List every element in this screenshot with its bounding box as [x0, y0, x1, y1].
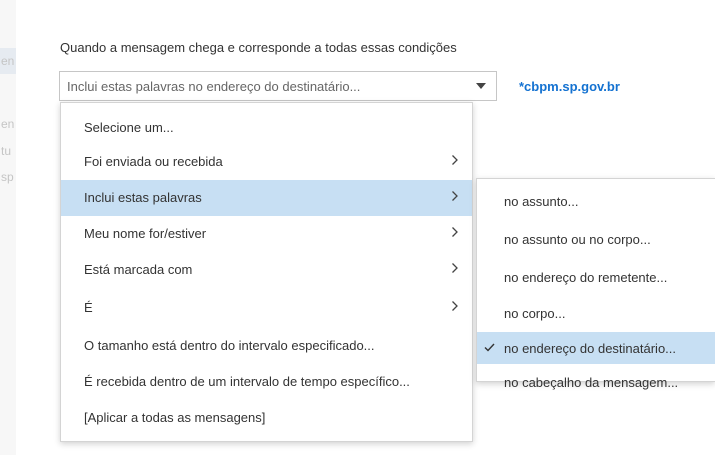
checkmark-icon	[484, 343, 495, 352]
submenu-item-no-assunto[interactable]: no assunto...	[477, 185, 715, 217]
menu-item-label: O tamanho está dentro do intervalo espec…	[84, 338, 375, 353]
menu-item-label: Está marcada com	[84, 262, 193, 277]
submenu-item-no-corpo[interactable]: no corpo...	[477, 297, 715, 329]
menu-item-label: Inclui estas palavras	[84, 190, 202, 205]
words-submenu: no assunto... no assunto ou no corpo... …	[476, 178, 715, 390]
menu-item-intervalo-de-tempo[interactable]: É recebida dentro de um intervalo de tem…	[61, 364, 472, 400]
menu-item-label: Selecione um...	[84, 120, 174, 135]
submenu-item-label: no endereço do destinatário...	[504, 341, 677, 356]
menu-item-e[interactable]: É	[61, 290, 472, 326]
menu-item-tamanho[interactable]: O tamanho está dentro do intervalo espec…	[61, 328, 472, 364]
menu-item-esta-marcada-com[interactable]: Está marcada com	[61, 252, 472, 288]
submenu-item-label: no cabeçalho da mensagem...	[504, 375, 679, 390]
menu-item-label: Meu nome for/estiver	[84, 226, 207, 241]
menu-item-aplicar-a-todas[interactable]: [Aplicar a todas as mensagens]	[61, 400, 472, 436]
menu-item-label: É recebida dentro de um intervalo de tem…	[84, 374, 410, 389]
submenu-item-no-endereco-do-remetente[interactable]: no endereço do remetente...	[477, 261, 715, 293]
domain-value-link[interactable]: *cbpm.sp.gov.br	[519, 79, 620, 94]
caret-down-icon	[476, 83, 486, 89]
chevron-right-icon	[451, 262, 459, 274]
submenu-item-no-cabecalho-da-mensagem[interactable]: no cabeçalho da mensagem...	[477, 366, 715, 398]
menu-item-meu-nome[interactable]: Meu nome for/estiver	[61, 216, 472, 252]
menu-item-label: É	[84, 300, 93, 315]
submenu-item-no-endereco-do-destinatario[interactable]: no endereço do destinatário...	[477, 332, 715, 364]
menu-item-label: [Aplicar a todas as mensagens]	[84, 410, 266, 425]
background-text-fragment: tu	[1, 144, 12, 158]
chevron-right-icon	[451, 300, 459, 312]
submenu-item-label: no endereço do remetente...	[504, 270, 668, 285]
submenu-item-label: no assunto...	[504, 194, 579, 209]
menu-item-selecione-um[interactable]: Selecione um...	[61, 110, 472, 146]
condition-dropdown-value: Inclui estas palavras no endereço do des…	[67, 79, 361, 94]
background-text-fragment: sp	[1, 170, 14, 184]
background-text-fragment: en	[1, 54, 15, 68]
submenu-item-label: no assunto ou no corpo...	[504, 232, 651, 247]
chevron-right-icon	[451, 226, 459, 238]
condition-dropdown[interactable]: Inclui estas palavras no endereço do des…	[59, 71, 497, 101]
condition-menu: Selecione um... Foi enviada ou recebida …	[60, 102, 473, 442]
background-left-pane	[0, 0, 16, 455]
menu-item-foi-enviada-ou-recebida[interactable]: Foi enviada ou recebida	[61, 144, 472, 180]
submenu-item-label: no corpo...	[504, 306, 566, 321]
submenu-item-no-assunto-ou-no-corpo[interactable]: no assunto ou no corpo...	[477, 223, 715, 255]
chevron-right-icon	[451, 154, 459, 166]
condition-heading: Quando a mensagem chega e corresponde a …	[60, 40, 457, 55]
chevron-right-icon	[451, 190, 459, 202]
menu-item-inclui-estas-palavras[interactable]: Inclui estas palavras	[61, 180, 472, 216]
menu-item-label: Foi enviada ou recebida	[84, 154, 223, 169]
background-text-fragment: en	[1, 117, 15, 131]
